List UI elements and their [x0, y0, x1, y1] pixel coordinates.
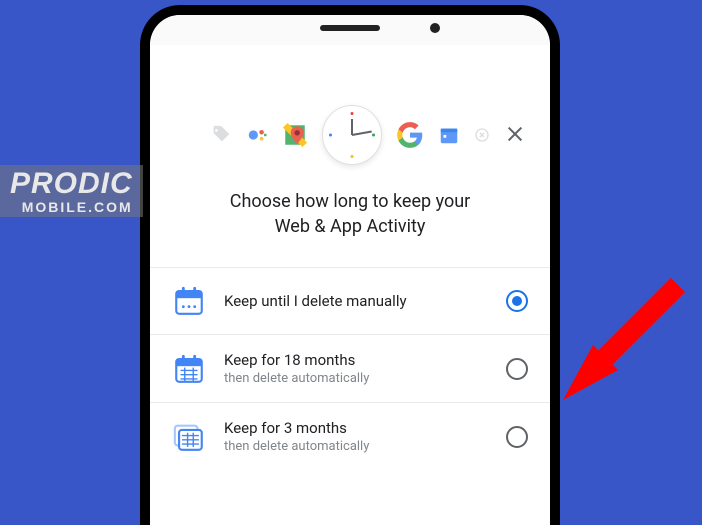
calendar-icon [172, 284, 206, 318]
heading-line-1: Choose how long to keep your [190, 189, 510, 214]
speaker-slot [320, 25, 380, 31]
screen: Choose how long to keep your Web & App A… [150, 105, 550, 525]
maps-icon [282, 122, 308, 148]
option-keep-manual[interactable]: Keep until I delete manually [150, 267, 550, 334]
watermark-top: PRODIC [10, 169, 133, 199]
circle-x-icon [474, 127, 490, 143]
clock-icon [322, 105, 382, 165]
calendar-mini-icon [438, 124, 460, 146]
option-keep-3-months[interactable]: Keep for 3 months then delete automatica… [150, 402, 550, 470]
service-icon-row [150, 105, 550, 165]
heading-line-2: Web & App Activity [190, 214, 510, 239]
watermark: PRODIC MOBILE.COM [0, 165, 143, 217]
options-list: Keep until I delete manually Keep for 18… [150, 267, 550, 470]
close-icon[interactable] [504, 123, 526, 145]
option-text: Keep for 3 months then delete automatica… [224, 419, 488, 454]
page-title: Choose how long to keep your Web & App A… [150, 189, 550, 239]
sensor-dot [430, 23, 440, 33]
calendar-stack-icon [172, 420, 206, 454]
option-text: Keep for 18 months then delete automatic… [224, 351, 488, 386]
tag-icon [210, 124, 232, 146]
calendar-icon [172, 352, 206, 386]
radio-button[interactable] [506, 290, 528, 312]
option-title: Keep for 3 months [224, 419, 488, 437]
radio-button[interactable] [506, 426, 528, 448]
option-keep-18-months[interactable]: Keep for 18 months then delete automatic… [150, 334, 550, 402]
option-title: Keep for 18 months [224, 351, 488, 369]
option-text: Keep until I delete manually [224, 292, 488, 310]
google-g-icon [396, 121, 424, 149]
annotation-arrow-icon [548, 275, 698, 425]
option-title: Keep until I delete manually [224, 292, 488, 310]
radio-button[interactable] [506, 358, 528, 380]
phone-frame: Choose how long to keep your Web & App A… [140, 5, 560, 525]
watermark-bottom: MOBILE.COM [10, 199, 133, 215]
option-subtitle: then delete automatically [224, 439, 488, 454]
assistant-icon [246, 124, 268, 146]
option-subtitle: then delete automatically [224, 371, 488, 386]
phone-notch [150, 15, 550, 45]
